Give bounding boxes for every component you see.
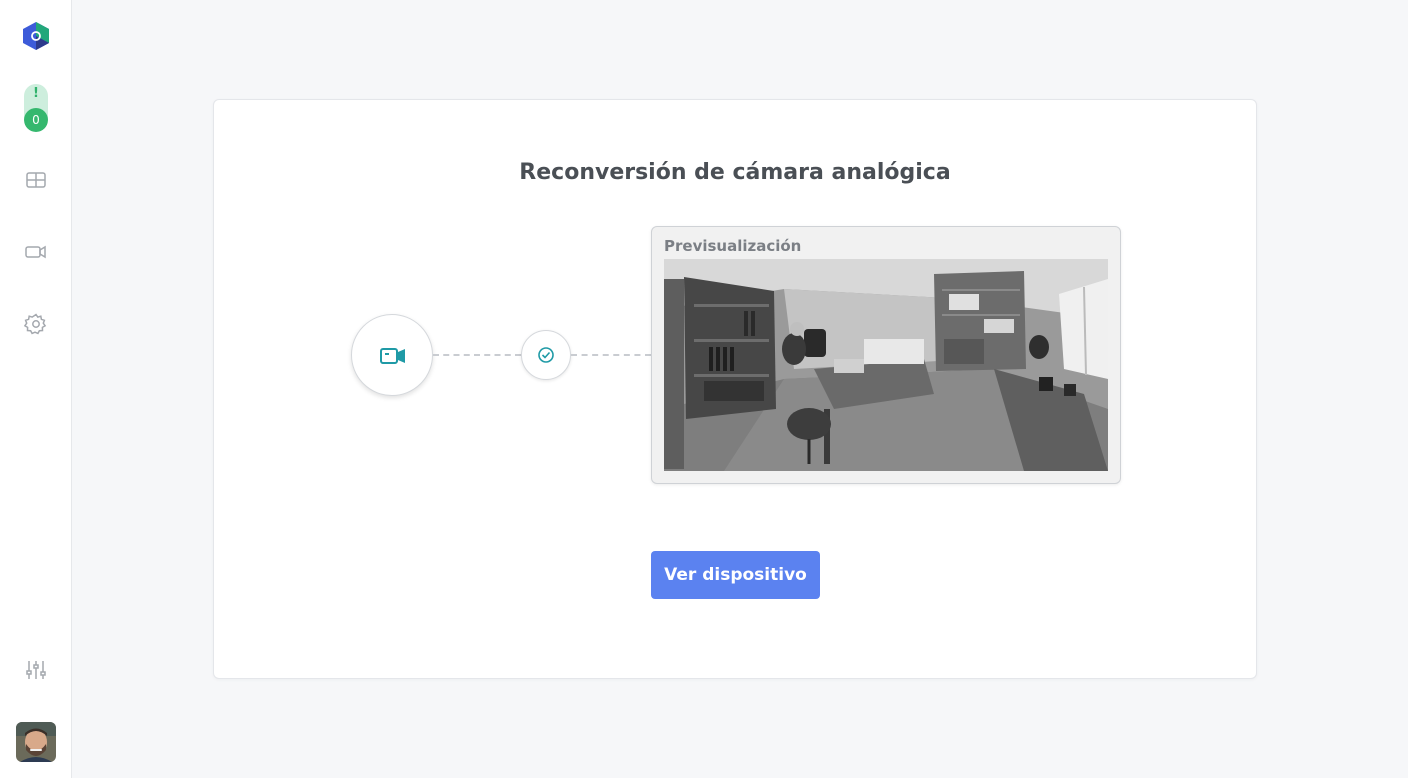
view-device-button[interactable]: Ver dispositivo (651, 551, 820, 599)
check-circle-icon (538, 347, 554, 363)
video-camera-icon[interactable] (24, 240, 48, 264)
status-node (521, 330, 571, 380)
sliders-icon[interactable] (24, 658, 48, 682)
gear-icon[interactable] (23, 312, 48, 336)
user-avatar[interactable] (16, 722, 56, 762)
alert-count-badge: 0 (24, 108, 48, 132)
alerts-indicator[interactable]: ! 0 (24, 84, 48, 132)
connector-line (433, 354, 521, 356)
preview-panel: Previsualización (651, 226, 1121, 484)
camera-preview-image (664, 259, 1108, 471)
connector-line (571, 354, 651, 356)
camera-icon (380, 348, 405, 364)
preview-label: Previsualización (664, 237, 802, 255)
page-title: Reconversión de cámara analógica (519, 160, 951, 185)
app-logo[interactable] (21, 21, 51, 51)
camera-node (351, 314, 433, 396)
sidebar: ! 0 (0, 0, 72, 778)
grid-layout-icon[interactable] (24, 168, 48, 192)
alert-icon: ! (33, 86, 39, 101)
camera-reconversion-card: Reconversión de cámara analógica Previsu… (213, 99, 1257, 679)
